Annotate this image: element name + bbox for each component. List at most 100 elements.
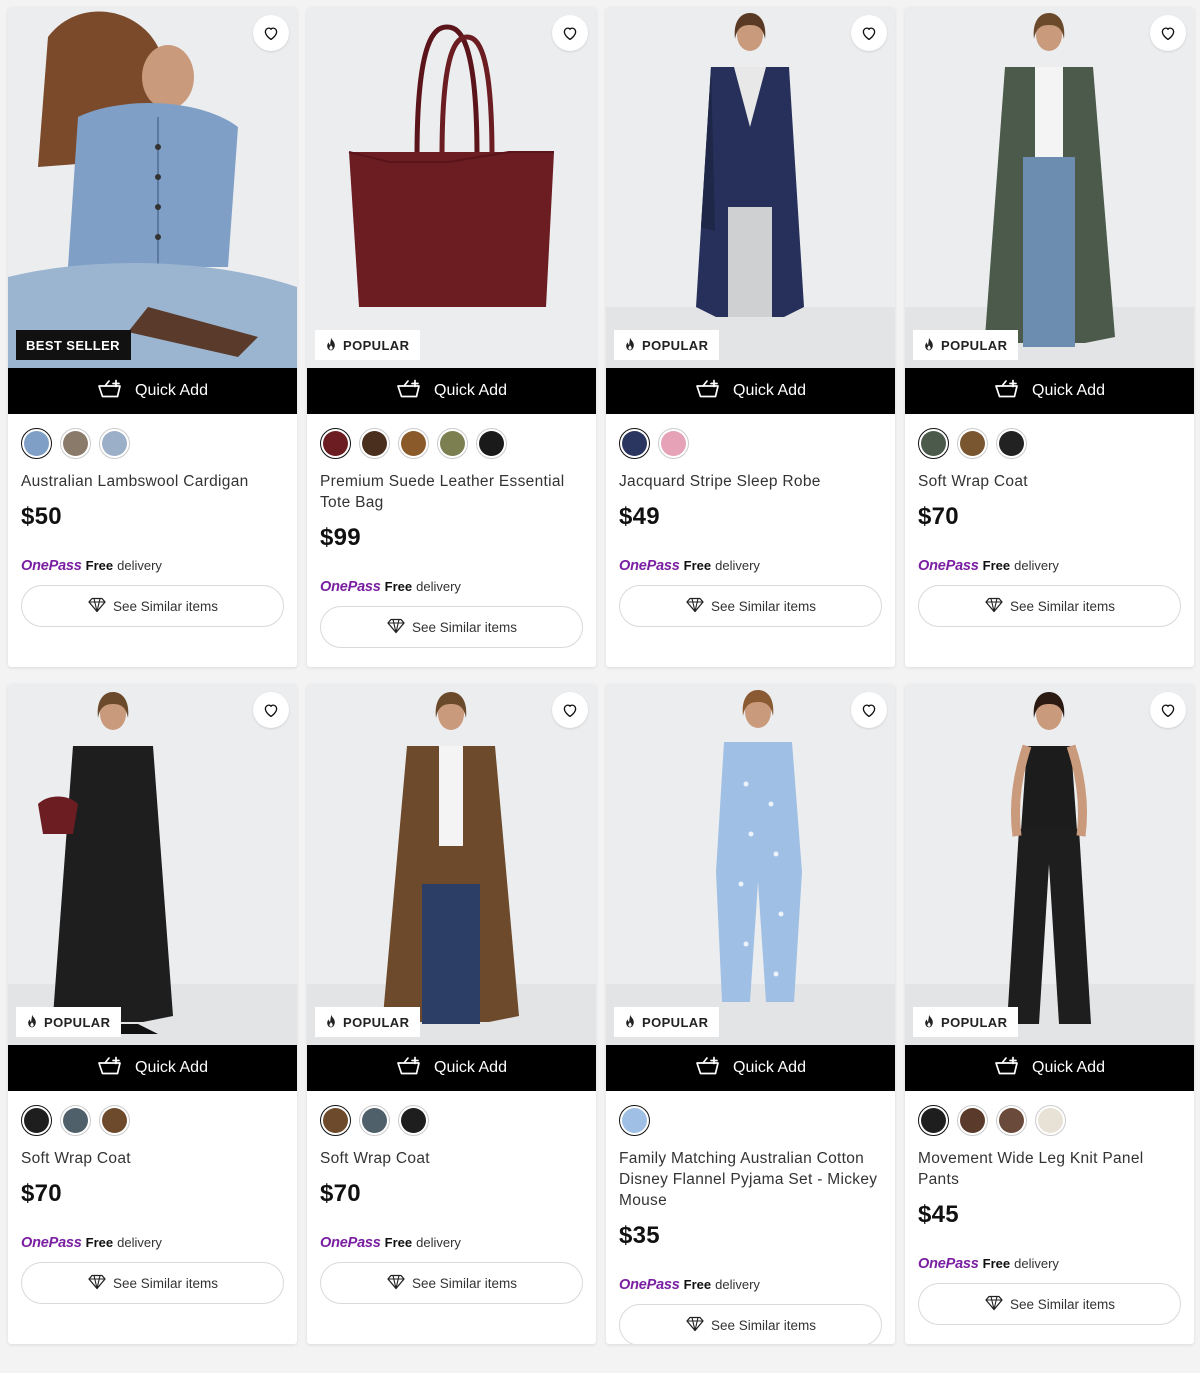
color-swatch[interactable] [21, 1104, 52, 1136]
quick-add-label: Quick Add [434, 382, 507, 399]
product-card[interactable]: POPULAR Quick Add Jacquard Stripe Sleep Ro… [606, 7, 895, 667]
product-image[interactable]: POPULAR [905, 684, 1194, 1045]
product-title[interactable]: Soft Wrap Coat [320, 1148, 583, 1169]
free-label: Free [85, 1235, 114, 1250]
product-image[interactable]: BEST SELLER [8, 7, 297, 368]
color-swatch[interactable] [1035, 1104, 1066, 1136]
onepass-logo: OnePass [320, 1235, 381, 1251]
quick-add-button[interactable]: Quick Add [8, 1045, 297, 1091]
quick-add-button[interactable]: Quick Add [905, 368, 1194, 414]
quick-add-button[interactable]: Quick Add [307, 368, 596, 414]
delivery-label: delivery [416, 1235, 461, 1250]
quick-add-button[interactable]: Quick Add [905, 1045, 1194, 1091]
product-image[interactable]: POPULAR [307, 684, 596, 1045]
color-swatch[interactable] [957, 1104, 988, 1136]
quick-add-button[interactable]: Quick Add [8, 368, 297, 414]
swatch-color [999, 1107, 1024, 1133]
wishlist-heart-icon[interactable] [851, 15, 887, 51]
color-swatch[interactable] [60, 427, 91, 459]
color-swatch[interactable] [398, 1104, 429, 1136]
see-similar-button[interactable]: See Similar items [320, 1262, 583, 1304]
quick-add-button[interactable]: Quick Add [606, 1045, 895, 1091]
basket-plus-icon [97, 379, 125, 404]
product-title[interactable]: Soft Wrap Coat [21, 1148, 284, 1169]
color-swatch[interactable] [619, 1104, 650, 1136]
see-similar-button[interactable]: See Similar items [320, 606, 583, 648]
wishlist-heart-icon[interactable] [253, 15, 289, 51]
see-similar-button[interactable]: See Similar items [918, 1283, 1181, 1325]
onepass-logo: OnePass [21, 1235, 82, 1251]
product-badge: POPULAR [614, 1007, 720, 1037]
wishlist-heart-icon[interactable] [851, 692, 887, 728]
wishlist-heart-icon[interactable] [1150, 15, 1186, 51]
onepass-logo: OnePass [918, 1256, 979, 1272]
color-swatch[interactable] [359, 427, 390, 459]
product-card[interactable]: POPULAR Quick Add Soft Wrap Coat $70 OnePass… [307, 684, 596, 1344]
product-card[interactable]: POPULAR Quick Add Soft Wrap Coat $70 OnePass… [8, 684, 297, 1344]
delivery-label: delivery [1014, 1256, 1059, 1271]
color-swatch[interactable] [398, 427, 429, 459]
quick-add-button[interactable]: Quick Add [307, 1045, 596, 1091]
product-title[interactable]: Jacquard Stripe Sleep Robe [619, 471, 882, 492]
onepass-logo: OnePass [918, 558, 979, 574]
fire-icon [26, 1014, 38, 1031]
diamond-icon [984, 1295, 1004, 1314]
product-image[interactable]: POPULAR [606, 684, 895, 1045]
color-swatch[interactable] [99, 427, 130, 459]
wishlist-heart-icon[interactable] [552, 15, 588, 51]
color-swatch[interactable] [359, 1104, 390, 1136]
color-swatch[interactable] [437, 427, 468, 459]
see-similar-button[interactable]: See Similar items [619, 1304, 882, 1344]
see-similar-button[interactable]: See Similar items [918, 585, 1181, 627]
color-swatch[interactable] [60, 1104, 91, 1136]
swatch-color [63, 430, 88, 456]
product-title[interactable]: Premium Suede Leather Essential Tote Bag [320, 471, 583, 513]
product-card[interactable]: POPULAR Quick Add Premium Suede Leather Es… [307, 7, 596, 667]
quick-add-button[interactable]: Quick Add [606, 368, 895, 414]
product-title[interactable]: Movement Wide Leg Knit Panel Pants [918, 1148, 1181, 1190]
product-title[interactable]: Soft Wrap Coat [918, 471, 1181, 492]
color-swatch[interactable] [619, 427, 650, 459]
product-badge: POPULAR [16, 1007, 122, 1037]
product-card[interactable]: POPULAR Quick Add Movement Wide Leg Knit P… [905, 684, 1194, 1344]
see-similar-button[interactable]: See Similar items [21, 1262, 284, 1304]
product-image[interactable]: POPULAR [307, 7, 596, 368]
see-similar-label: See Similar items [710, 1317, 817, 1333]
color-swatch[interactable] [658, 427, 689, 459]
color-swatch[interactable] [320, 1104, 351, 1136]
swatch-color [102, 430, 127, 456]
color-swatch[interactable] [996, 427, 1027, 459]
product-image[interactable]: POPULAR [606, 7, 895, 368]
see-similar-button[interactable]: See Similar items [619, 585, 882, 627]
color-swatch[interactable] [476, 427, 507, 459]
wishlist-heart-icon[interactable] [253, 692, 289, 728]
swatch-color [440, 430, 465, 456]
color-swatch[interactable] [21, 427, 52, 459]
product-card[interactable]: POPULAR Quick Add Family Matching Australi… [606, 684, 895, 1344]
product-price: $49 [619, 503, 660, 530]
color-swatch[interactable] [99, 1104, 130, 1136]
swatch-color [622, 430, 647, 456]
product-card[interactable]: POPULAR Quick Add Soft Wrap Coat $70 OnePass… [905, 7, 1194, 667]
free-label: Free [683, 1277, 712, 1292]
color-swatch[interactable] [957, 427, 988, 459]
product-card[interactable]: BEST SELLER Quick Add Australian Lambswool… [8, 7, 297, 667]
wishlist-heart-icon[interactable] [552, 692, 588, 728]
color-swatch[interactable] [320, 427, 351, 459]
onepass-delivery: OnePass Free delivery [21, 558, 284, 576]
see-similar-button[interactable]: See Similar items [21, 585, 284, 627]
color-swatch[interactable] [918, 1104, 949, 1136]
swatch-color [401, 1107, 426, 1133]
product-title[interactable]: Family Matching Australian Cotton Disney… [619, 1148, 882, 1211]
delivery-label: delivery [1014, 558, 1059, 573]
color-swatch[interactable] [996, 1104, 1027, 1136]
product-image[interactable]: POPULAR [8, 684, 297, 1045]
color-swatch[interactable] [918, 427, 949, 459]
product-title[interactable]: Australian Lambswool Cardigan [21, 471, 284, 492]
swatch-color [323, 1107, 348, 1133]
badge-label: POPULAR [642, 337, 709, 353]
wishlist-heart-icon[interactable] [1150, 692, 1186, 728]
product-badge: POPULAR [913, 1007, 1019, 1037]
product-image[interactable]: POPULAR [905, 7, 1194, 368]
swatch-color [102, 1107, 127, 1133]
